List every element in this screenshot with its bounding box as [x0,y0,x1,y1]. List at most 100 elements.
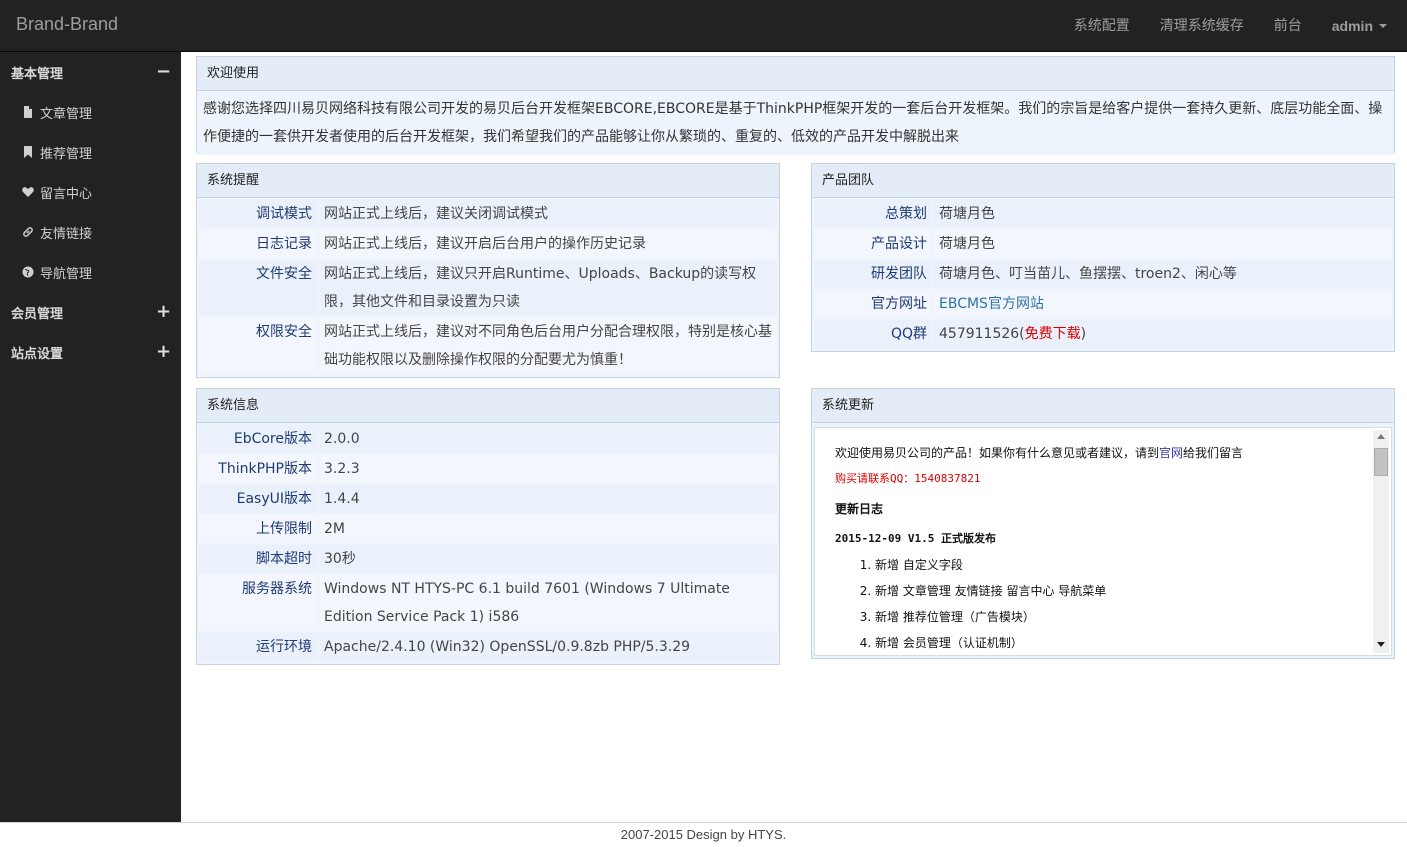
row-key: ThinkPHP版本 [199,455,317,483]
panel-title: 欢迎使用 [197,57,1394,91]
table-row: 上传限制 2M [199,515,777,543]
table-row: 总策划 荷塘月色 [814,200,1392,228]
qq-group-number: 457911526 [939,326,1020,342]
table-row: 运行环境 Apache/2.4.10 (Win32) OpenSSL/0.9.8… [199,633,777,661]
main-content: 欢迎使用 感谢您选择四川易贝网络科技有限公司开发的易贝后台开发框架EBCORE,… [181,52,1407,822]
sidebar-group-members[interactable]: 会员管理 + [0,292,181,332]
table-row: 权限安全 网站正式上线后，建议对不同角色后台用户分配合理权限，特别是核心基础功能… [199,318,777,374]
sidebar-item-label: 友情链接 [40,226,93,242]
nav-clear-cache[interactable]: 清理系统缓存 [1145,0,1259,52]
panel-title: 产品团队 [812,164,1394,198]
table-row: 文件安全 网站正式上线后，建议只开启Runtime、Uploads、Backup… [199,260,777,316]
row-key: 官方网址 [814,290,932,318]
row-key: EbCore版本 [199,425,317,453]
row-value: 2M [319,515,777,543]
official-site-link[interactable]: 官网 [1159,446,1183,460]
row-value: 网站正式上线后，建议开启后台用户的操作历史记录 [319,230,777,258]
row-key: 文件安全 [199,260,317,316]
user-menu[interactable]: admin [1317,0,1407,52]
table-row: EasyUI版本 1.4.4 [199,485,777,513]
purchase-contact: 购买请联系QQ：1540837821 [835,472,981,485]
expand-icon[interactable]: + [156,303,171,321]
row-key: EasyUI版本 [199,485,317,513]
row-key: 研发团队 [814,260,932,288]
row-value: 荷塘月色、叮当苗儿、鱼摆摆、troen2、闲心等 [934,260,1392,288]
table-row: QQ群 457911526(免费下载) [814,320,1392,348]
sidebar-item-links[interactable]: 友情链接 [0,212,181,252]
link-icon [22,226,34,238]
table-row: 日志记录 网站正式上线后，建议开启后台用户的操作历史记录 [199,230,777,258]
release-heading: 2015-12-09 V1.5 正式版发布 [835,532,996,545]
caret-down-icon [1379,24,1387,28]
sidebar-group-site-settings[interactable]: 站点设置 + [0,332,181,372]
brand-logo[interactable]: Brand-Brand [16,14,118,35]
scroll-up-icon[interactable] [1377,434,1385,439]
row-value: 网站正式上线后，建议只开启Runtime、Uploads、Backup的读写权限… [319,260,777,316]
navbar-right: 系统配置 清理系统缓存 前台 admin [1059,0,1407,52]
table-row: 服务器系统 Windows NT HTYS-PC 6.1 build 7601 … [199,575,777,631]
row-value: 荷塘月色 [934,200,1392,228]
row-value: 30秒 [319,545,777,573]
updates-frame[interactable]: 欢迎使用易贝公司的产品！如果你有什么意见或者建议，请到官网给我们留言 购买请联系… [814,427,1392,656]
updates-intro: 欢迎使用易贝公司的产品！如果你有什么意见或者建议，请到官网给我们留言 [835,440,1363,466]
sidebar-group-label: 站点设置 [11,346,64,362]
intro-text-end: 给我们留言 [1183,446,1244,460]
row-key: 产品设计 [814,230,932,258]
nav-system-config[interactable]: 系统配置 [1059,0,1145,52]
sidebar-item-messages[interactable]: 留言中心 [0,172,181,212]
collapse-icon[interactable]: − [156,63,171,81]
sidebar-item-articles[interactable]: 文章管理 [0,92,181,132]
table-row: 官方网址 EBCMS官方网站 [814,290,1392,318]
row-key: 上传限制 [199,515,317,543]
sidebar-group-label: 会员管理 [11,306,64,322]
nav-frontend[interactable]: 前台 [1259,0,1317,52]
scrollbar-thumb[interactable] [1374,448,1388,476]
row-key: QQ群 [814,320,932,348]
paren-close: ) [1080,326,1087,342]
list-item: 新增 自定义字段 [875,552,1363,578]
sidebar-item-label: 导航管理 [40,266,93,282]
reminders-table: 调试模式 网站正式上线后，建议关闭调试模式 日志记录 网站正式上线后，建议开启后… [197,198,779,376]
sidebar-group-label: 基本管理 [11,66,64,82]
table-row: 研发团队 荷塘月色、叮当苗儿、鱼摆摆、troen2、闲心等 [814,260,1392,288]
sysinfo-panel: 系统信息 EbCore版本 2.0.0 ThinkPHP版本 3.2.3 Eas… [196,388,780,665]
footer-text: 2007-2015 Design by HTYS. [620,827,787,842]
sidebar-group-basic[interactable]: 基本管理 − [0,52,181,92]
team-panel: 产品团队 总策划 荷塘月色 产品设计 荷塘月色 研发团队 荷塘月色、叮当苗儿、鱼… [811,163,1395,352]
row-value: 457911526(免费下载) [934,320,1392,348]
sidebar-item-recommend[interactable]: 推荐管理 [0,132,181,172]
panel-title: 系统信息 [197,389,779,423]
row-value: 荷塘月色 [934,230,1392,258]
list-item: 新增 文章管理 友情链接 留言中心 导航菜单 [875,578,1363,604]
welcome-text: 感谢您选择四川易贝网络科技有限公司开发的易贝后台开发框架EBCORE,EBCOR… [197,91,1394,155]
table-row: EbCore版本 2.0.0 [199,425,777,453]
scroll-down-icon[interactable] [1377,642,1385,647]
heart-icon [22,186,34,198]
updates-content: 欢迎使用易贝公司的产品！如果你有什么意见或者建议，请到官网给我们留言 购买请联系… [835,440,1363,655]
row-value: 1.4.4 [319,485,777,513]
changelog-title: 更新日志 [835,502,884,516]
top-navbar: Brand-Brand 系统配置 清理系统缓存 前台 admin [0,0,1407,52]
free-download-link[interactable]: 免费下载 [1025,326,1081,342]
row-key: 服务器系统 [199,575,317,631]
bookmark-icon [22,146,34,158]
row-value: 3.2.3 [319,455,777,483]
globe-icon [22,266,34,278]
sidebar-item-navigation[interactable]: 导航管理 [0,252,181,292]
expand-icon[interactable]: + [156,343,171,361]
user-name: admin [1331,18,1373,34]
row-key: 运行环境 [199,633,317,661]
changelog-list: 新增 自定义字段 新增 文章管理 友情链接 留言中心 导航菜单 新增 推荐位管理… [835,552,1363,655]
welcome-panel: 欢迎使用 感谢您选择四川易贝网络科技有限公司开发的易贝后台开发框架EBCORE,… [196,56,1395,155]
list-item: 新增 推荐位管理（广告模块） [875,604,1363,630]
row-value: EBCMS官方网站 [934,290,1392,318]
vertical-scrollbar[interactable] [1373,430,1389,653]
row-value: 网站正式上线后，建议关闭调试模式 [319,200,777,228]
official-site-link[interactable]: EBCMS官方网站 [939,296,1044,312]
table-row: ThinkPHP版本 3.2.3 [199,455,777,483]
list-item: 新增 会员管理（认证机制） [875,630,1363,655]
panel-title: 系统更新 [812,389,1394,423]
sidebar-item-label: 留言中心 [40,186,93,202]
table-row: 产品设计 荷塘月色 [814,230,1392,258]
row-key: 总策划 [814,200,932,228]
